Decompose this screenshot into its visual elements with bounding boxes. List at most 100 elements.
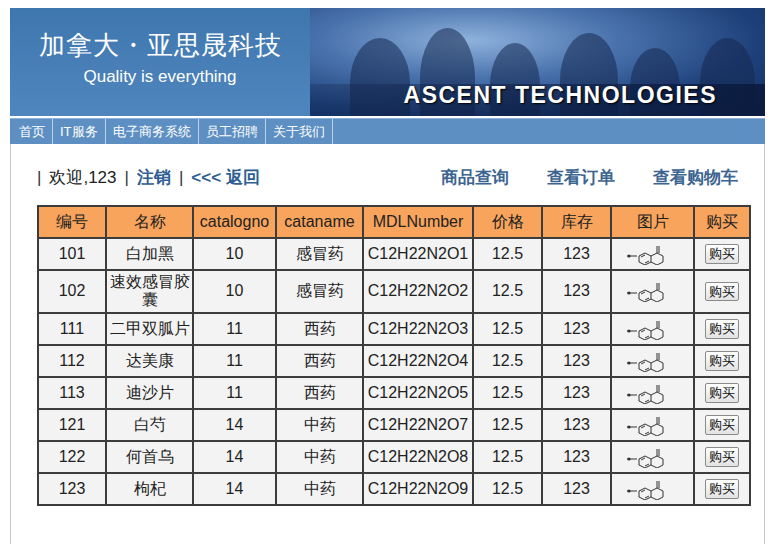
table-cell: C12H22N2O4 <box>363 345 473 377</box>
table-cell: C12H22N2O9 <box>363 473 473 505</box>
buy-button[interactable]: 购买 <box>705 244 739 264</box>
column-header: 价格 <box>473 206 542 238</box>
table-row: 112达美康11西药C12H22N2O412.5123购买 <box>38 345 750 377</box>
table-cell: 中药 <box>276 409 363 441</box>
table-cell: 中药 <box>276 441 363 473</box>
table-row: 122何首乌14中药C12H22N2O812.5123购买 <box>38 441 750 473</box>
table-cell: 枸杞 <box>106 473 193 505</box>
separator: | <box>37 165 41 191</box>
nav-item[interactable]: 电子商务系统 <box>106 119 199 144</box>
buy-button[interactable]: 购买 <box>705 282 739 302</box>
table-cell: 14 <box>193 441 276 473</box>
buy-cell: 购买 <box>694 313 750 345</box>
table-cell: 西药 <box>276 377 363 409</box>
table-cell: C12H22N2O1 <box>363 238 473 270</box>
table-cell: 12.5 <box>473 345 542 377</box>
column-header: 名称 <box>106 206 193 238</box>
action-link[interactable]: 查看购物车 <box>653 165 738 191</box>
separator: | <box>179 165 183 191</box>
welcome-text: 欢迎,123 <box>49 165 116 191</box>
table-row: 101白加黑10感冒药C12H22N2O112.5123购买 <box>38 238 750 270</box>
table-cell: 白芍 <box>106 409 193 441</box>
column-header: 库存 <box>542 206 611 238</box>
table-cell: 12.5 <box>473 473 542 505</box>
user-link[interactable]: 注销 <box>137 165 171 191</box>
molecule-icon <box>625 350 681 372</box>
table-cell: 西药 <box>276 345 363 377</box>
table-row: 102速效感冒胶囊10感冒药C12H22N2O212.5123购买 <box>38 270 750 313</box>
table-cell: 102 <box>38 270 106 313</box>
action-link[interactable]: 查看订单 <box>547 165 615 191</box>
molecule-icon <box>625 446 681 468</box>
table-cell: 二甲双胍片 <box>106 313 193 345</box>
table-cell: 12.5 <box>473 441 542 473</box>
table-cell: 123 <box>38 473 106 505</box>
nav-item[interactable]: 关于我们 <box>266 119 333 144</box>
table-cell: 迪沙片 <box>106 377 193 409</box>
toolbar: |欢迎,123|注销|<<< 返回商品查询查看订单查看购物车 <box>11 164 764 192</box>
table-cell: C12H22N2O3 <box>363 313 473 345</box>
table-cell: 中药 <box>276 473 363 505</box>
column-header: catalogno <box>193 206 276 238</box>
table-row: 113迪沙片11西药C12H22N2O512.5123购买 <box>38 377 750 409</box>
image-cell <box>611 377 694 409</box>
column-header: MDLNumber <box>363 206 473 238</box>
buy-button[interactable]: 购买 <box>705 319 739 339</box>
table-cell: 12.5 <box>473 238 542 270</box>
table-cell: 达美康 <box>106 345 193 377</box>
table-cell: 感冒药 <box>276 270 363 313</box>
table-cell: 112 <box>38 345 106 377</box>
table-cell: 123 <box>542 270 611 313</box>
table-cell: 123 <box>542 377 611 409</box>
image-cell <box>611 238 694 270</box>
buy-button[interactable]: 购买 <box>705 415 739 435</box>
molecule-icon <box>625 280 681 302</box>
column-header: 编号 <box>38 206 106 238</box>
table-cell: 何首乌 <box>106 441 193 473</box>
buy-button[interactable]: 购买 <box>705 479 739 499</box>
image-cell <box>611 270 694 313</box>
molecule-icon <box>625 318 681 340</box>
table-cell: 113 <box>38 377 106 409</box>
table-cell: 123 <box>542 409 611 441</box>
buy-button[interactable]: 购买 <box>705 383 739 403</box>
molecule-icon <box>625 478 681 500</box>
header: 加拿大・亚思晟科技Quality is everythingASCENT TEC… <box>10 8 765 116</box>
table-cell: C12H22N2O2 <box>363 270 473 313</box>
column-header: 购买 <box>694 206 750 238</box>
table-cell: 12.5 <box>473 313 542 345</box>
table-cell: 10 <box>193 238 276 270</box>
header-logo: 加拿大・亚思晟科技Quality is everything <box>10 8 310 116</box>
table-cell: C12H22N2O8 <box>363 441 473 473</box>
table-cell: 123 <box>542 313 611 345</box>
table-cell: 123 <box>542 473 611 505</box>
molecule-icon <box>625 382 681 404</box>
nav-item[interactable]: 员工招聘 <box>199 119 266 144</box>
nav-item[interactable]: 首页 <box>12 119 53 144</box>
buy-cell: 购买 <box>694 409 750 441</box>
user-bar: |欢迎,123|注销|<<< 返回 <box>37 165 260 191</box>
buy-cell: 购买 <box>694 345 750 377</box>
table-cell: C12H22N2O5 <box>363 377 473 409</box>
action-link[interactable]: 商品查询 <box>441 165 509 191</box>
buy-button[interactable]: 购买 <box>705 447 739 467</box>
table-cell: 速效感冒胶囊 <box>106 270 193 313</box>
table-cell: 12.5 <box>473 377 542 409</box>
table-cell: 11 <box>193 313 276 345</box>
buy-cell: 购买 <box>694 441 750 473</box>
user-link[interactable]: <<< 返回 <box>191 165 260 191</box>
table-cell: 12.5 <box>473 270 542 313</box>
nav-item[interactable]: IT服务 <box>53 119 106 144</box>
table-cell: 感冒药 <box>276 238 363 270</box>
action-links: 商品查询 查看订单 查看购物车 <box>441 165 738 191</box>
image-cell <box>611 345 694 377</box>
image-cell <box>611 313 694 345</box>
product-table: 编号名称catalognocatanameMDLNumber价格库存图片购买10… <box>37 205 751 506</box>
header-row: 编号名称catalognocatanameMDLNumber价格库存图片购买 <box>38 206 750 238</box>
site-title: 加拿大・亚思晟科技 <box>39 30 282 61</box>
table-row: 111二甲双胍片11西药C12H22N2O312.5123购买 <box>38 313 750 345</box>
main-nav: 首页IT服务电子商务系统员工招聘关于我们 <box>10 118 765 144</box>
content: |欢迎,123|注销|<<< 返回商品查询查看订单查看购物车编号名称catalo… <box>10 144 765 544</box>
buy-cell: 购买 <box>694 238 750 270</box>
buy-button[interactable]: 购买 <box>705 351 739 371</box>
